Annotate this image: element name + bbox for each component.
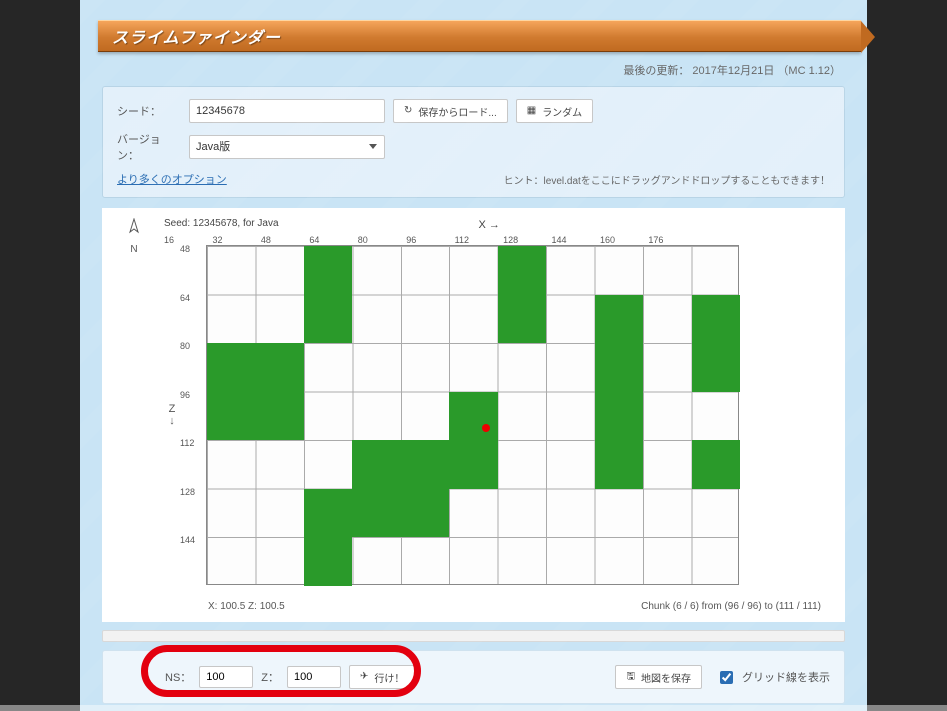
random-button[interactable]: ▦ ランダム xyxy=(516,99,593,123)
slime-chunk xyxy=(498,246,546,295)
seed-label: シード： xyxy=(117,103,181,119)
slime-chunk xyxy=(304,537,352,586)
z-label: Z： xyxy=(261,669,279,685)
slime-chunk xyxy=(498,295,546,344)
slime-chunk xyxy=(207,343,255,392)
ns-input[interactable] xyxy=(199,666,253,688)
x-tick: 144 xyxy=(552,235,600,245)
grid-lines-toggle[interactable]: グリッド線を表示 xyxy=(716,668,830,687)
cursor-coords: X: 100.5 Z: 100.5 xyxy=(208,601,285,612)
x-tick: 80 xyxy=(358,235,406,245)
compass-icon: N xyxy=(120,218,148,255)
y-tick: 144 xyxy=(180,536,206,585)
slime-chunk xyxy=(207,392,255,441)
slime-chunk xyxy=(449,440,497,489)
slime-chunk xyxy=(692,440,740,489)
player-marker xyxy=(482,424,490,432)
grid-lines-checkbox[interactable] xyxy=(720,671,733,684)
z-axis-label: Z ↓ xyxy=(164,245,180,585)
save-button-label: 地図を保存 xyxy=(641,670,691,685)
map-card: N Seed: 12345678, for Java X → 163248648… xyxy=(102,208,845,622)
x-tick: 160 xyxy=(600,235,648,245)
seed-form-card: シード： ↻ 保存からロード... ▦ ランダム バージョン： Java版 より… xyxy=(102,86,845,198)
page-title: スライムファインダー xyxy=(112,24,281,48)
slime-chunk xyxy=(304,489,352,538)
slime-chunk xyxy=(692,295,740,344)
chunk-grid[interactable] xyxy=(206,245,739,585)
go-button[interactable]: ✈ 行け！ xyxy=(349,665,415,689)
last-updated: 最後の更新： 2017年12月21日 （MC 1.12） xyxy=(80,56,867,86)
save-map-button[interactable]: 🖫 地図を保存 xyxy=(615,665,702,689)
save-icon: 🖫 xyxy=(626,672,635,682)
x-axis-label: X → xyxy=(479,219,500,231)
z-axis-ticks: 48648096112128144 xyxy=(180,245,206,585)
z-input[interactable] xyxy=(287,666,341,688)
slime-chunk xyxy=(255,392,303,441)
x-tick: 128 xyxy=(503,235,551,245)
grid-lines-label: グリッド線を表示 xyxy=(742,669,830,685)
random-button-label: ランダム xyxy=(542,104,582,119)
slime-chunk xyxy=(352,440,400,489)
x-tick: 96 xyxy=(406,235,454,245)
slime-chunk xyxy=(595,440,643,489)
x-tick: 48 xyxy=(261,235,309,245)
slime-chunk xyxy=(304,246,352,295)
y-tick: 64 xyxy=(180,294,206,343)
y-tick: 80 xyxy=(180,342,206,391)
y-tick: 96 xyxy=(180,391,206,440)
slime-chunk xyxy=(255,343,303,392)
slime-chunk xyxy=(401,489,449,538)
reload-icon: ↻ xyxy=(404,106,412,116)
ns-label: NS： xyxy=(165,669,191,685)
drag-drop-hint: ヒント：level.datをここにドラッグアンドドロップすることもできます！ xyxy=(504,172,830,187)
version-label: バージョン： xyxy=(117,131,181,163)
x-tick: 176 xyxy=(648,235,696,245)
x-tick: 112 xyxy=(455,235,503,245)
seed-input[interactable] xyxy=(189,99,385,123)
load-button-label: 保存からロード... xyxy=(418,104,496,119)
slime-chunk xyxy=(449,392,497,441)
go-icon: ✈ xyxy=(360,672,368,682)
slime-chunk xyxy=(304,295,352,344)
version-select[interactable]: Java版 xyxy=(189,135,385,159)
x-tick: 32 xyxy=(212,235,260,245)
slime-chunk xyxy=(352,489,400,538)
zoom-slider[interactable] xyxy=(102,630,845,642)
random-icon: ▦ xyxy=(527,106,536,116)
load-from-save-button[interactable]: ↻ 保存からロード... xyxy=(393,99,508,123)
more-options-link[interactable]: より多くのオプション xyxy=(117,171,227,187)
bottom-toolbar: NS： Z： ✈ 行け！ 🖫 地図を保存 グリッド線を表示 xyxy=(102,650,845,704)
chunk-info: Chunk (6 / 6) from (96 / 96) to (111 / 1… xyxy=(641,601,821,612)
y-tick: 112 xyxy=(180,439,206,488)
slime-chunk xyxy=(595,343,643,392)
slime-chunk xyxy=(595,295,643,344)
title-ribbon: スライムファインダー xyxy=(80,20,867,56)
x-axis-ticks: 163248648096112128144160176 xyxy=(164,231,827,245)
x-tick: 64 xyxy=(309,235,357,245)
y-tick: 48 xyxy=(180,245,206,294)
map-seed-line: Seed: 12345678, for Java xyxy=(164,218,279,229)
go-button-label: 行け！ xyxy=(374,670,404,685)
slime-chunk xyxy=(692,343,740,392)
y-tick: 128 xyxy=(180,488,206,537)
slime-chunk xyxy=(595,392,643,441)
slime-chunk xyxy=(401,440,449,489)
